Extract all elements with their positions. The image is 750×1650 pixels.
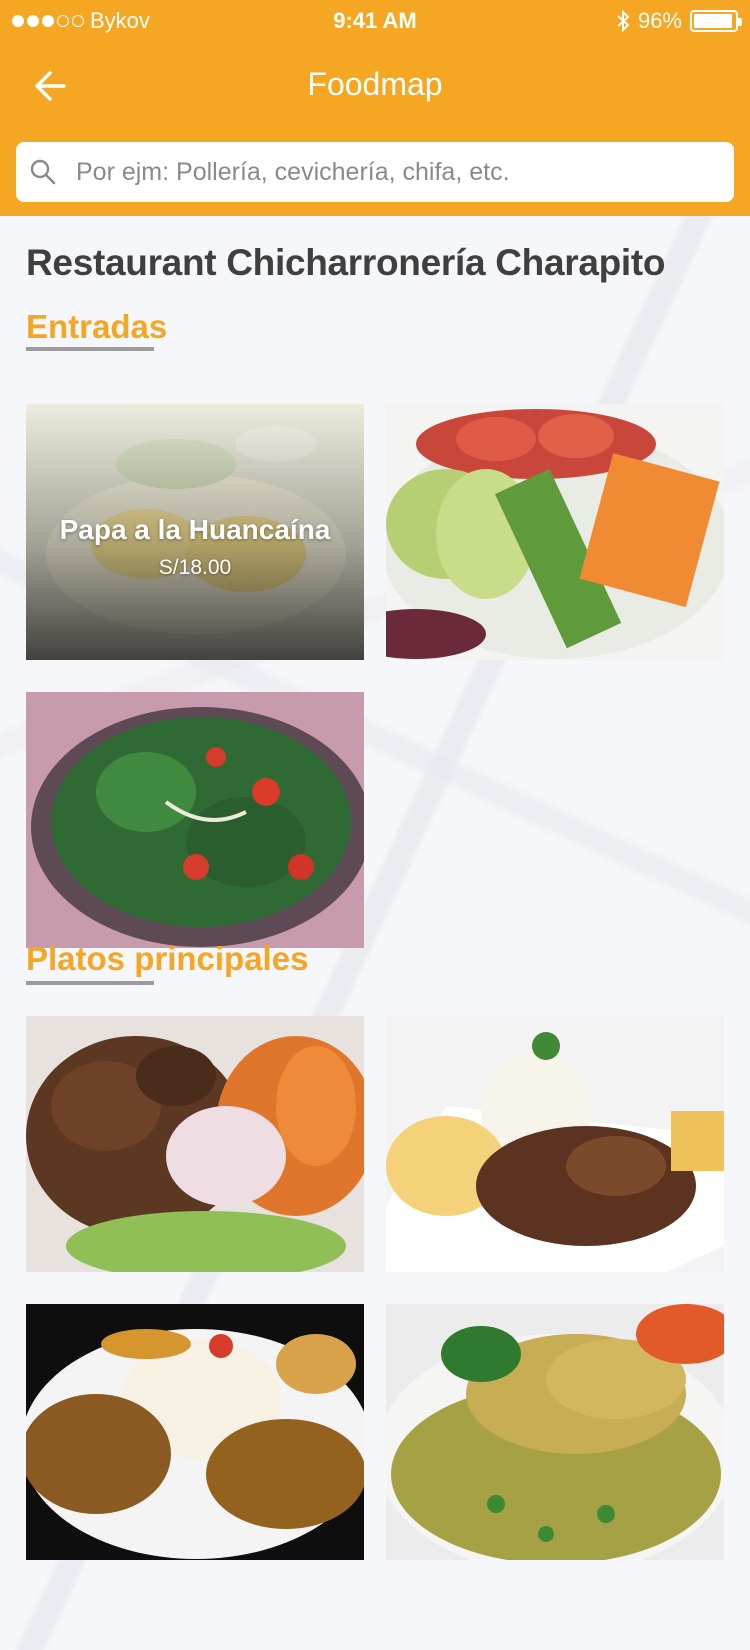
search-input[interactable]	[76, 142, 716, 202]
item-name: Papa a la Huancaína	[59, 514, 331, 545]
section-underline	[26, 981, 154, 985]
menu-item-vegetable-salad[interactable]	[386, 404, 724, 660]
app-header: Bykov 9:41 AM 96% Foodmap	[0, 0, 750, 216]
nav-bar: Foodmap	[0, 50, 750, 120]
section-title-entradas: Entradas	[26, 308, 168, 345]
restaurant-name: Restaurant Chicharronería Charapito	[26, 242, 666, 283]
status-right: 96%	[616, 8, 742, 34]
status-bar: Bykov 9:41 AM 96%	[0, 0, 750, 40]
lomo-saltado-photo	[386, 1016, 724, 1272]
vegetable-salad-photo	[386, 404, 724, 660]
restaurant-menu: Restaurant Chicharronería Charapito Entr…	[0, 216, 750, 1650]
seco-de-pato-photo	[26, 1304, 364, 1560]
menu-item-arroz-con-pollo[interactable]	[386, 1304, 724, 1560]
search-bar[interactable]	[16, 142, 734, 202]
section-underline	[26, 347, 154, 351]
page-title: Foodmap	[307, 66, 443, 102]
item-price: S/18.00	[158, 556, 232, 579]
bluetooth-icon	[617, 10, 630, 32]
menu-item-chicharron[interactable]	[26, 1016, 364, 1272]
spinach-salad-photo	[26, 692, 364, 948]
menu-item-spinach-salad[interactable]	[26, 692, 364, 948]
search-icon	[30, 159, 56, 185]
section-title-platos-principales: Platos principales	[26, 940, 309, 977]
menu-item-lomo-saltado[interactable]	[386, 1016, 724, 1272]
menu-item-papa-huancaina[interactable]: Papa a la Huancaína S/18.00	[26, 404, 364, 660]
battery-percent: 96%	[637, 8, 682, 33]
arroz-con-pollo-photo	[386, 1304, 724, 1560]
menu-item-seco-de-pato[interactable]	[26, 1304, 364, 1560]
battery-icon	[690, 10, 742, 32]
chicharron-photo	[26, 1016, 364, 1272]
